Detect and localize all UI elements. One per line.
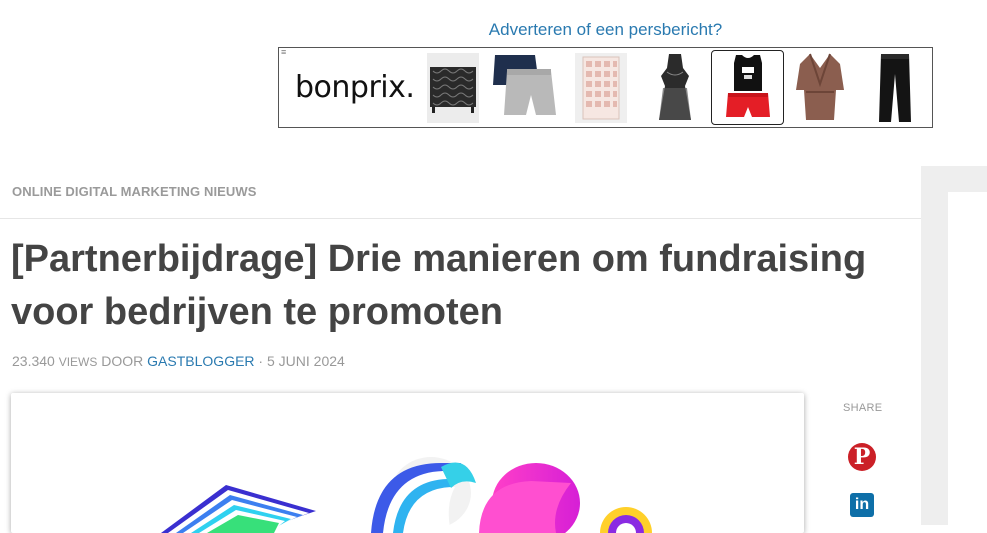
pinterest-icon[interactable]: P: [848, 443, 876, 471]
brand-logo[interactable]: bonprix.: [295, 70, 415, 105]
article-title: [Partnerbijdrage] Drie manieren om fundr…: [11, 238, 867, 333]
share-label: SHARE: [843, 402, 883, 414]
ad-banner[interactable]: ≡ bonprix.: [278, 47, 933, 128]
views-label: VIEWS: [58, 355, 98, 369]
linkedin-icon[interactable]: in: [850, 493, 874, 517]
hero-illustration: [161, 457, 652, 533]
product-trousers[interactable]: [869, 53, 921, 123]
trousers-image: [879, 54, 911, 122]
rack-image: [575, 53, 627, 123]
sidebar-widget: [948, 192, 987, 525]
bathrobe-image: [796, 53, 844, 120]
product-black-cabinet[interactable]: [427, 53, 479, 123]
category-link[interactable]: ONLINE DIGITAL MARKETING NIEUWS: [12, 184, 257, 199]
views-count: 23.340: [12, 353, 55, 369]
product-shorts[interactable]: [489, 53, 561, 123]
pajama-set-image: [725, 54, 770, 117]
product-lingerie[interactable]: [649, 53, 701, 123]
publish-date: 5 JUNI 2024: [266, 353, 345, 369]
black-cabinet-image: [427, 53, 479, 123]
author-link[interactable]: GASTBLOGGER: [147, 353, 254, 369]
meta-separator: ·: [258, 353, 264, 369]
product-rack[interactable]: [575, 53, 627, 123]
divider: [0, 218, 921, 219]
shorts-image: [493, 55, 556, 115]
hero-image: [11, 393, 804, 533]
advertise-link[interactable]: Adverteren of een persbericht?: [278, 20, 933, 40]
by-label: DOOR: [101, 353, 144, 369]
product-pajama-set[interactable]: [711, 50, 784, 125]
menu-icon[interactable]: ≡: [281, 48, 286, 57]
product-bathrobe[interactable]: [794, 53, 846, 123]
article-meta: 23.340 VIEWS DOOR GASTBLOGGER · 5 JUNI 2…: [12, 353, 345, 369]
lingerie-image: [659, 54, 691, 120]
